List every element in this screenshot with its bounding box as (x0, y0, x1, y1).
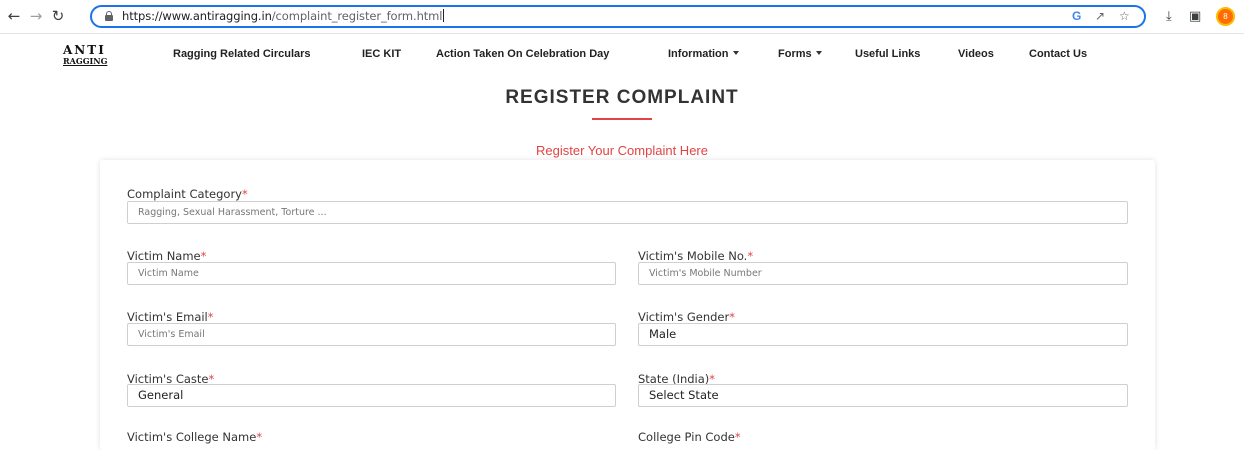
title-underline (592, 118, 652, 120)
nav-link-useful-links[interactable]: Useful Links (855, 48, 920, 60)
required-asterisk: * (256, 430, 263, 444)
logo-text-bottom: RAGGING (63, 56, 108, 66)
victim-name-label-text: Victim Name (127, 249, 201, 263)
complaint-category-label-text: Complaint Category (127, 187, 242, 201)
download-icon[interactable]: ⤓ (1166, 9, 1172, 24)
victim-gender-label-text: Victim's Gender (638, 310, 730, 324)
victim-mobile-label-text: Victim's Mobile No. (638, 249, 748, 263)
college-name-label-text: Victim's College Name (127, 430, 257, 444)
victim-email-input[interactable]: Victim's Email (127, 323, 616, 346)
college-pin-label-text: College Pin Code (638, 430, 735, 444)
share-icon[interactable]: ↗ (1095, 9, 1105, 23)
required-asterisk: * (747, 249, 754, 263)
victim-email-label-text: Victim's Email (127, 310, 208, 324)
complaint-category-label: Complaint Category* (127, 187, 248, 201)
nav-link-ragging-circulars[interactable]: Ragging Related Circulars (173, 48, 311, 60)
page-title: REGISTER COMPLAINT (505, 87, 739, 108)
college-pin-label: College Pin Code* (638, 430, 741, 444)
site-navbar: ANTI RAGGING Ragging Related Circulars I… (0, 34, 1244, 74)
caret-down-icon (732, 51, 739, 55)
nav-link-contact-us[interactable]: Contact Us (1029, 48, 1087, 60)
forward-arrow-icon[interactable]: → (28, 8, 44, 24)
victim-gender-label: Victim's Gender* (638, 310, 735, 324)
browser-toolbar: ← → ↻ https://www.antiragging.in/complai… (0, 0, 1244, 34)
nav-link-iec-kit[interactable]: IEC KIT (362, 48, 401, 60)
side-panel-icon[interactable]: ▣ (1189, 9, 1201, 24)
victim-mobile-label: Victim's Mobile No.* (638, 249, 753, 263)
required-asterisk: * (734, 430, 741, 444)
complaint-category-input[interactable]: Ragging, Sexual Harassment, Torture ... (127, 201, 1128, 224)
nav-link-videos[interactable]: Videos (958, 48, 994, 60)
complaint-form-card: Complaint Category* Ragging, Sexual Hara… (100, 160, 1155, 450)
state-select[interactable]: Select State (638, 384, 1128, 407)
victim-mobile-input[interactable]: Victim's Mobile Number (638, 262, 1128, 285)
victim-name-label: Victim Name* (127, 249, 206, 263)
google-lens-icon[interactable]: G (1072, 9, 1081, 23)
profile-avatar-icon[interactable]: 8 (1216, 7, 1235, 26)
required-asterisk: * (207, 310, 214, 324)
required-asterisk: * (729, 310, 735, 324)
nav-link-information-label: Information (668, 48, 729, 60)
nav-link-forms-label: Forms (778, 48, 812, 60)
url-host: https://www.antiragging.in (122, 9, 272, 23)
site-logo[interactable]: ANTI RAGGING (63, 44, 107, 68)
college-name-label: Victim's College Name* (127, 430, 262, 444)
required-asterisk: * (200, 249, 207, 263)
page-subtitle: Register Your Complaint Here (536, 143, 708, 158)
logo-text-top: ANTI (63, 43, 106, 57)
lock-icon[interactable] (105, 11, 113, 21)
reload-icon[interactable]: ↻ (50, 8, 66, 24)
nav-dropdown-forms[interactable]: Forms (778, 48, 822, 60)
required-asterisk: * (242, 187, 248, 201)
back-arrow-icon[interactable]: ← (6, 8, 22, 24)
victim-email-label: Victim's Email* (127, 310, 214, 324)
nav-dropdown-information[interactable]: Information (668, 48, 739, 60)
victim-name-input[interactable]: Victim Name (127, 262, 616, 285)
text-caret (443, 9, 445, 22)
url-path: /complaint_register_form.html (271, 9, 443, 23)
address-bar[interactable]: https://www.antiragging.in/complaint_reg… (90, 5, 1146, 28)
victim-caste-select[interactable]: General (127, 384, 616, 407)
caret-down-icon (815, 51, 822, 55)
victim-gender-select[interactable]: Male (638, 323, 1128, 346)
url-text[interactable]: https://www.antiragging.in/complaint_reg… (122, 9, 445, 23)
nav-link-action-taken[interactable]: Action Taken On Celebration Day (436, 48, 609, 60)
bookmark-star-icon[interactable]: ☆ (1119, 9, 1130, 23)
